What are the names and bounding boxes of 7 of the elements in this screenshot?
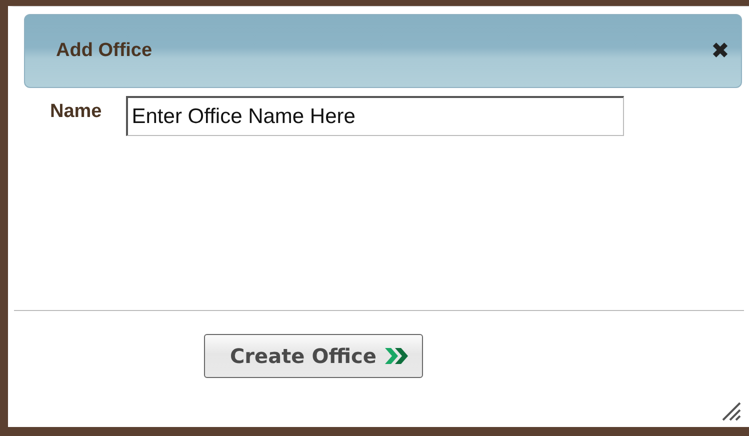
create-office-button[interactable]: Create Office bbox=[204, 334, 424, 378]
double-chevron-icon bbox=[384, 347, 410, 365]
name-input[interactable]: Enter Office Name Here bbox=[126, 96, 624, 136]
close-button[interactable]: ✖ bbox=[711, 40, 729, 62]
dialog-title: Add Office bbox=[56, 40, 152, 62]
field-label: Name bbox=[50, 100, 102, 123]
resize-grip-icon[interactable] bbox=[721, 401, 741, 421]
